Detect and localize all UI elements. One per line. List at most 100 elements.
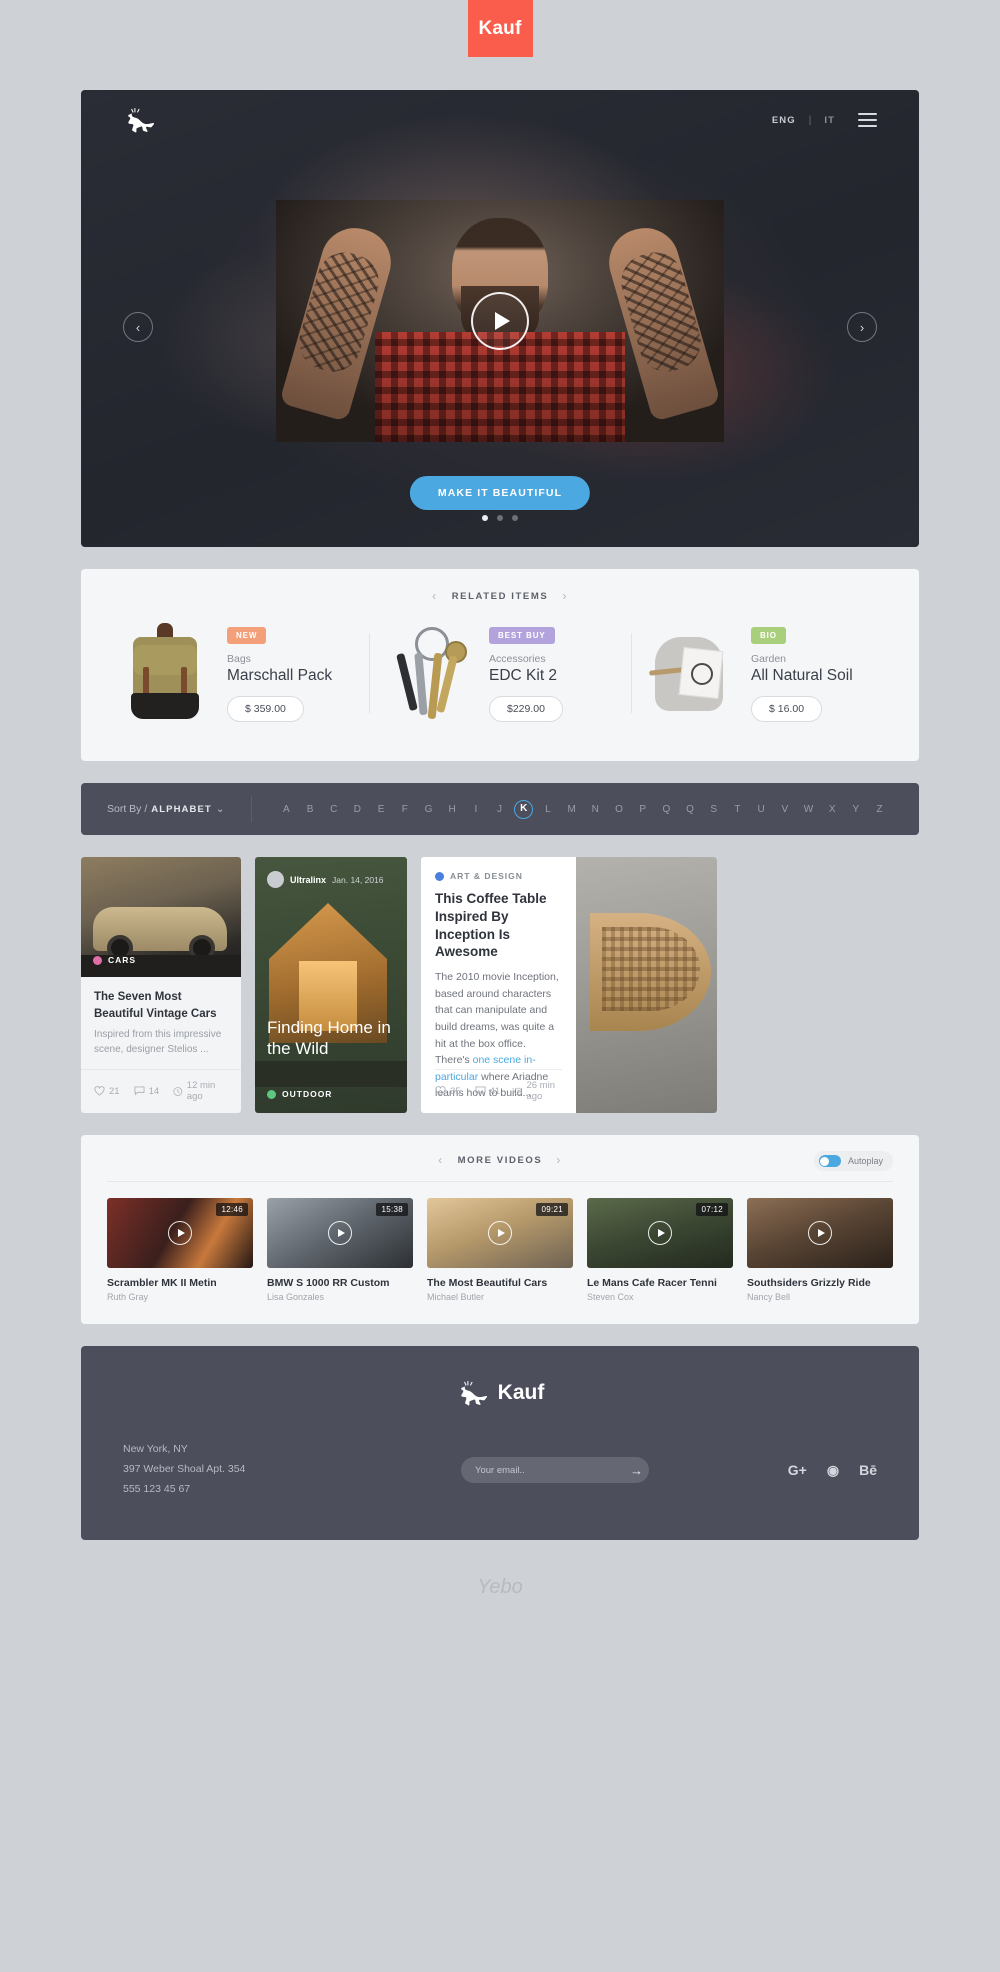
hero-navbar: ENG | IT [81, 90, 919, 150]
related-items-grid: NEW Bags Marschall Pack $ 359.00 BEST BU… [107, 619, 893, 727]
related-prev-button[interactable]: ‹ [432, 589, 438, 603]
category-dot-icon [93, 955, 102, 965]
play-icon[interactable] [648, 1221, 672, 1246]
play-icon[interactable] [488, 1221, 512, 1246]
alpha-letter-d[interactable]: D [349, 804, 367, 815]
play-icon[interactable] [808, 1221, 832, 1246]
bmw-bike-image[interactable]: 15:38 [267, 1198, 413, 1269]
alpha-letter-v[interactable]: V [776, 804, 794, 815]
video-item[interactable]: Southsiders Grizzly Ride Nancy Bell [747, 1198, 893, 1302]
coffee-table-image [576, 857, 717, 1114]
slider-dot-1[interactable] [482, 515, 488, 521]
autoplay-toggle[interactable]: Autoplay [813, 1151, 893, 1172]
status-badge: BEST BUY [489, 626, 555, 644]
alpha-letter-z[interactable]: Z [871, 804, 889, 815]
card-footer-stats: 21 14 12 min ago [81, 1069, 241, 1113]
video-item[interactable]: 09:21 The Most Beautiful Cars Michael Bu… [427, 1198, 573, 1302]
toggle-switch[interactable] [818, 1155, 841, 1168]
google-plus-icon[interactable]: G+ [788, 1462, 807, 1479]
alpha-letter-y[interactable]: Y [847, 804, 865, 815]
dribbble-icon[interactable]: ◉ [827, 1462, 839, 1479]
alpha-letter-a[interactable]: A [278, 804, 296, 815]
hero-slider-dots [482, 515, 518, 521]
lang-eng-button[interactable]: ENG [772, 115, 796, 126]
video-item[interactable]: 12:46 Scrambler MK II Metin Ruth Gray [107, 1198, 253, 1302]
alpha-letter-m[interactable]: M [563, 804, 581, 815]
play-icon[interactable] [168, 1221, 192, 1246]
top-logo-bar: Kauf [0, 0, 1000, 90]
article-card-vintage-cars[interactable]: CARS The Seven Most Beautiful Vintage Ca… [81, 857, 241, 1114]
hero-next-button[interactable]: › [847, 312, 877, 342]
alpha-letter-w[interactable]: W [800, 804, 818, 815]
alpha-letter-s[interactable]: S [705, 804, 723, 815]
behance-icon[interactable]: Bē [859, 1462, 877, 1479]
alpha-letter-b[interactable]: B [301, 804, 319, 815]
alpha-letter-k-selected[interactable]: K [514, 799, 534, 819]
related-item-name: EDC Kit 2 [489, 666, 558, 684]
slider-dot-2[interactable] [497, 515, 503, 521]
related-item-info: BIO Garden All Natural Soil $ 16.00 [751, 625, 853, 722]
sort-by-dropdown[interactable]: Sort By / ALPHABET ⌄ [107, 803, 225, 815]
videos-grid: 12:46 Scrambler MK II Metin Ruth Gray 15… [107, 1198, 893, 1302]
email-field[interactable] [475, 1464, 630, 1476]
play-icon[interactable] [471, 292, 529, 350]
article-card-coffee-table[interactable]: ART & DESIGN This Coffee Table Inspired … [421, 857, 717, 1114]
alpha-letter-c[interactable]: C [325, 804, 343, 815]
footer-logo[interactable]: Kauf [123, 1380, 877, 1406]
alpha-letter-t[interactable]: T [729, 804, 747, 815]
alpha-letter-e[interactable]: E [372, 804, 390, 815]
alpha-letter-o[interactable]: O [610, 804, 628, 815]
alpha-letter-l[interactable]: L [539, 804, 557, 815]
lang-it-button[interactable]: IT [824, 115, 835, 126]
footer-row: New York, NY 397 Weber Shoal Apt. 354 55… [123, 1440, 877, 1500]
videos-next-button[interactable]: › [556, 1153, 562, 1167]
play-icon[interactable] [328, 1221, 352, 1246]
alpha-letter-p[interactable]: P [634, 804, 652, 815]
comments-stat: 41 [475, 1085, 501, 1097]
silver-car-image[interactable]: 09:21 [427, 1198, 573, 1269]
alpha-letter-n[interactable]: N [587, 804, 605, 815]
video-author: Nancy Bell [747, 1292, 791, 1303]
video-title: BMW S 1000 RR Custom [267, 1277, 390, 1290]
publish-date: Jan. 14, 2016 [332, 874, 384, 885]
motorcycle-night-image[interactable]: 12:46 [107, 1198, 253, 1269]
alpha-letter-f[interactable]: F [396, 804, 414, 815]
related-item[interactable]: BEST BUY Accessories EDC Kit 2 $229.00 [369, 619, 631, 727]
alpha-letter-x[interactable]: X [823, 804, 841, 815]
grizzly-ride-image[interactable] [747, 1198, 893, 1269]
comments-count: 41 [489, 1085, 501, 1097]
alpha-letter-h[interactable]: H [443, 804, 461, 815]
hero-prev-button[interactable]: ‹ [123, 312, 153, 342]
likes-stat: 35 [435, 1086, 461, 1097]
related-item-price[interactable]: $229.00 [489, 695, 563, 722]
videos-prev-button[interactable]: ‹ [438, 1153, 444, 1167]
hamburger-icon[interactable] [858, 113, 877, 127]
video-item[interactable]: 15:38 BMW S 1000 RR Custom Lisa Gonzales [267, 1198, 413, 1302]
comment-icon [134, 1086, 145, 1096]
alpha-letter-g[interactable]: G [420, 804, 438, 815]
alpha-letter-i[interactable]: I [467, 804, 485, 815]
cafe-racer-image[interactable]: 07:12 [587, 1198, 733, 1269]
alpha-letter-r[interactable]: Q [681, 804, 699, 815]
arrow-right-icon[interactable]: → [630, 1463, 643, 1478]
hero-video-frame[interactable] [276, 200, 724, 442]
alpha-letter-u[interactable]: U [752, 804, 770, 815]
related-item[interactable]: NEW Bags Marschall Pack $ 359.00 [107, 619, 369, 727]
related-next-button[interactable]: › [562, 589, 568, 603]
sort-bar: Sort By / ALPHABET ⌄ A B C D E F G H I J… [81, 783, 919, 835]
video-item[interactable]: 07:12 Le Mans Cafe Racer Tenni Steven Co… [587, 1198, 733, 1302]
body-before: The 2010 movie Inception, based around c… [435, 971, 559, 1067]
related-item[interactable]: BIO Garden All Natural Soil $ 16.00 [631, 619, 893, 727]
email-input-wrapper[interactable]: → [461, 1457, 649, 1484]
article-card-finding-home[interactable]: Ultralinx Jan. 14, 2016 Finding Home in … [255, 857, 407, 1114]
deer-icon[interactable] [123, 107, 157, 133]
social-links: G+ ◉ Bē [727, 1462, 877, 1479]
slider-dot-3[interactable] [512, 515, 518, 521]
related-item-price[interactable]: $ 16.00 [751, 695, 823, 722]
related-item-category: Accessories [489, 652, 546, 665]
keychain-image [375, 619, 479, 727]
related-item-price[interactable]: $ 359.00 [227, 695, 304, 722]
alpha-letter-q[interactable]: Q [658, 804, 676, 815]
alpha-letter-j[interactable]: J [491, 804, 509, 815]
make-it-beautiful-button[interactable]: MAKE IT BEAUTIFUL [409, 476, 591, 510]
